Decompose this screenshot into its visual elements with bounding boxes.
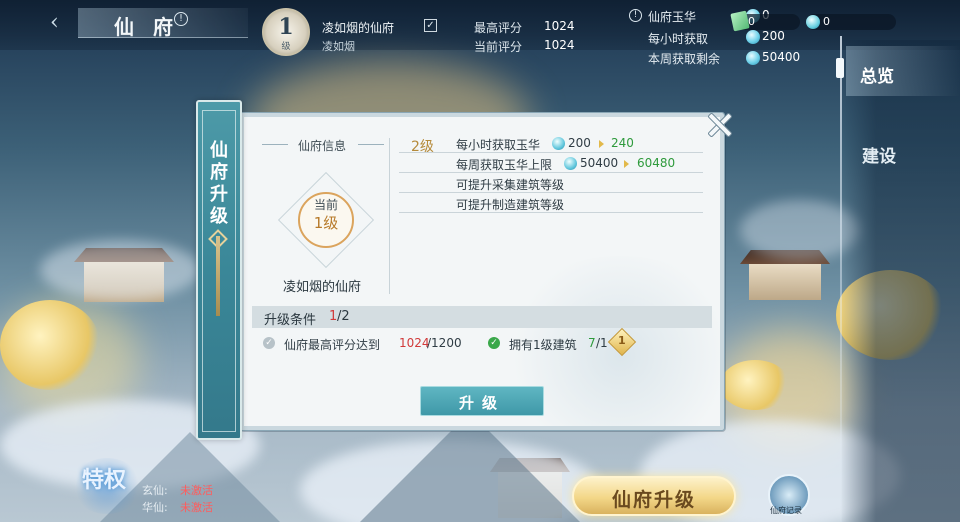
conditions-total: /2 xyxy=(337,309,350,324)
stat-xuanxian-label: 玄仙: xyxy=(142,484,168,497)
conditions-bar xyxy=(252,306,712,328)
perk-row xyxy=(399,134,703,153)
perk-old-value: 200 xyxy=(568,136,591,150)
info-divider xyxy=(389,138,390,294)
max-score-value: 1024 xyxy=(544,19,575,33)
fu-name: 凌如烟的仙府 xyxy=(282,280,361,295)
stat-xuanxian-value: 未激活 xyxy=(180,484,213,497)
fu-upgrade-cta-button[interactable]: 仙府升级 xyxy=(572,476,736,516)
jade-icon xyxy=(746,51,760,65)
back-arrow-icon[interactable]: ‹ xyxy=(50,10,70,36)
privilege-button[interactable]: 特权 xyxy=(72,458,142,514)
condition-target-value: /1 xyxy=(596,336,608,350)
unmet-check-icon: ✓ xyxy=(263,337,275,349)
nav-active-indicator xyxy=(836,58,844,78)
fu-level-number: 1 xyxy=(278,14,294,40)
current-score-value: 1024 xyxy=(544,38,575,52)
max-score-label: 最高评分 xyxy=(474,21,523,35)
current-level-emblem: 当前 1级 xyxy=(277,171,375,269)
weekly-value: 50400 xyxy=(762,50,801,64)
nav-tab-overview-label[interactable]: 总览 xyxy=(860,62,894,87)
perk-label: 每周获取玉华上限 xyxy=(456,158,553,172)
arrow-right-icon xyxy=(624,160,629,168)
condition-current-value: 7 xyxy=(588,336,596,350)
fu-upgrade-cta-label: 仙府升级 xyxy=(611,489,696,511)
conditions-title: 升级条件 xyxy=(264,313,317,328)
page-title: 仙 府 xyxy=(114,15,179,39)
jade-info-icon[interactable]: ! xyxy=(629,9,642,22)
fu-owner-name: 凌如烟的仙府 xyxy=(322,21,395,35)
tassel-icon xyxy=(216,236,220,316)
right-nav-panel xyxy=(840,40,960,522)
building-level-badge-number: 1 xyxy=(618,334,626,347)
title-info-icon[interactable]: ! xyxy=(174,12,188,26)
condition-text: 仙府最高评分达到 xyxy=(284,338,381,352)
card-currency-value: 0 xyxy=(748,15,755,28)
header-line-right xyxy=(358,144,384,145)
privilege-label: 特权 xyxy=(82,467,127,493)
page-title-bar: 仙 府 xyxy=(78,8,248,39)
met-check-icon: ✓ xyxy=(488,337,500,349)
condition-text: 拥有1级建筑 xyxy=(509,338,577,352)
stat-huaxian-value: 未激活 xyxy=(180,501,213,514)
close-icon[interactable] xyxy=(704,109,734,139)
fu-level-unit: 级 xyxy=(281,42,291,52)
fu-info-header: 仙府信息 xyxy=(297,139,346,153)
rename-check-icon[interactable]: ✓ xyxy=(424,19,437,32)
perk-label: 可提升采集建筑等级 xyxy=(456,178,565,192)
perk-new-value: 60480 xyxy=(637,156,676,170)
arrow-right-icon xyxy=(599,140,604,148)
right-nav-divider xyxy=(840,36,842,522)
emblem-level-value: 1级 xyxy=(313,214,339,232)
fu-owner-subname: 凌如烟 xyxy=(322,40,355,53)
jade-icon xyxy=(564,157,577,170)
card-icon xyxy=(730,10,750,32)
perk-new-value: 240 xyxy=(611,136,634,150)
fu-record-label: 仙府记录 xyxy=(770,506,802,515)
fu-level-badge: 1 级 xyxy=(262,8,310,56)
hourly-label: 每小时获取 xyxy=(648,32,709,46)
upgrade-button[interactable]: 升级 xyxy=(420,386,544,416)
condition-target-value: /1200 xyxy=(427,336,462,350)
upgrade-button-label: 升级 xyxy=(458,394,505,412)
condition-current-value: 1024 xyxy=(399,336,430,350)
current-score-label: 当前评分 xyxy=(474,40,523,54)
dialog-title: 仙府升级 xyxy=(207,140,228,228)
weekly-label: 本周获取剩余 xyxy=(648,52,721,66)
hourly-value: 200 xyxy=(762,29,785,43)
nav-tab-build[interactable]: 建设 xyxy=(862,142,896,167)
perk-old-value: 50400 xyxy=(580,156,619,170)
jade-icon xyxy=(746,30,760,44)
jade-title: 仙府玉华 xyxy=(648,10,697,24)
stat-huaxian-label: 华仙: xyxy=(142,501,168,514)
jade-icon xyxy=(552,137,565,150)
emblem-current-label: 当前 xyxy=(313,198,338,212)
gem-icon xyxy=(806,15,820,29)
gem-currency-value: 0 xyxy=(823,15,830,28)
perk-label: 可提升制造建筑等级 xyxy=(456,198,565,212)
perk-label: 每小时获取玉华 xyxy=(456,138,541,152)
